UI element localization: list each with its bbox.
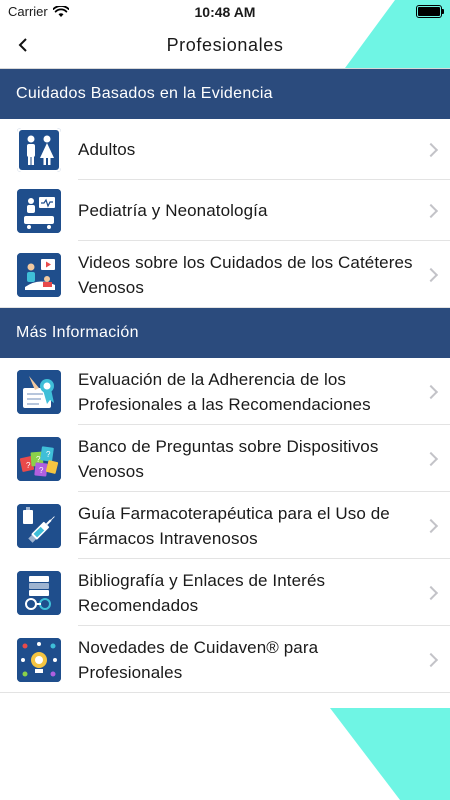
list-mas-informacion: Evaluación de la Adherencia de los Profe… [0,358,450,693]
section-title: Cuidados Basados en la Evidencia [16,85,273,102]
list-item-guia-farmacoterapeutica[interactable]: Guía Farmacoterapéutica para el Uso de F… [0,492,450,559]
syringe-icon [17,503,61,548]
svg-text:?: ? [39,466,44,475]
list-item-adultos[interactable]: Adultos [0,119,450,180]
award-ribbon-icon [17,369,61,414]
navigation-bar: Profesionales [0,24,450,69]
section-header-evidencia: Cuidados Basados en la Evidencia [0,69,450,119]
list-item-banco-preguntas[interactable]: ? ? ? ? Banco de Preguntas sobre Disposi… [0,425,450,492]
pediatrics-icon [17,188,61,233]
list-item-label: Adultos [78,140,136,159]
status-bar: Carrier 10:48 AM [0,0,450,24]
svg-text:?: ? [36,455,41,464]
list-item-label: Pediatría y Neonatología [78,201,268,220]
status-time: 10:48 AM [194,4,256,20]
svg-text:?: ? [26,461,31,470]
svg-text:?: ? [46,450,51,459]
list-item-pediatria[interactable]: Pediatría y Neonatología [0,180,450,241]
list-item-label: Novedades de Cuidaven® para Profesionale… [78,637,319,682]
list-item-novedades[interactable]: Novedades de Cuidaven® para Profesionale… [0,626,450,693]
adults-icon [17,127,61,172]
list-item-label: Videos sobre los Cuidados de los Catéter… [78,252,413,297]
section-header-mas-informacion: Más Información [0,308,450,358]
list-item-label: Guía Farmacoterapéutica para el Uso de F… [78,503,390,548]
list-item-bibliografia[interactable]: Bibliografía y Enlaces de Interés Recome… [0,559,450,626]
list-evidencia: Adultos Pediatría y Neonatología Videos … [0,119,450,308]
video-care-icon [17,252,61,297]
list-item-videos[interactable]: Videos sobre los Cuidados de los Catéter… [0,241,450,308]
battery-icon [416,5,444,18]
bibliography-icon [17,570,61,615]
list-item-label: Evaluación de la Adherencia de los Profe… [78,369,371,414]
page-title: Profesionales [166,35,284,55]
list-item-label: Banco de Preguntas sobre Dispositivos Ve… [78,436,379,481]
news-bulb-icon [17,637,61,682]
list-item-evaluacion[interactable]: Evaluación de la Adherencia de los Profe… [0,358,450,425]
list-item-label: Bibliografía y Enlaces de Interés Recome… [78,570,326,615]
section-title: Más Información [16,324,139,341]
question-cards-icon: ? ? ? ? [17,436,61,481]
